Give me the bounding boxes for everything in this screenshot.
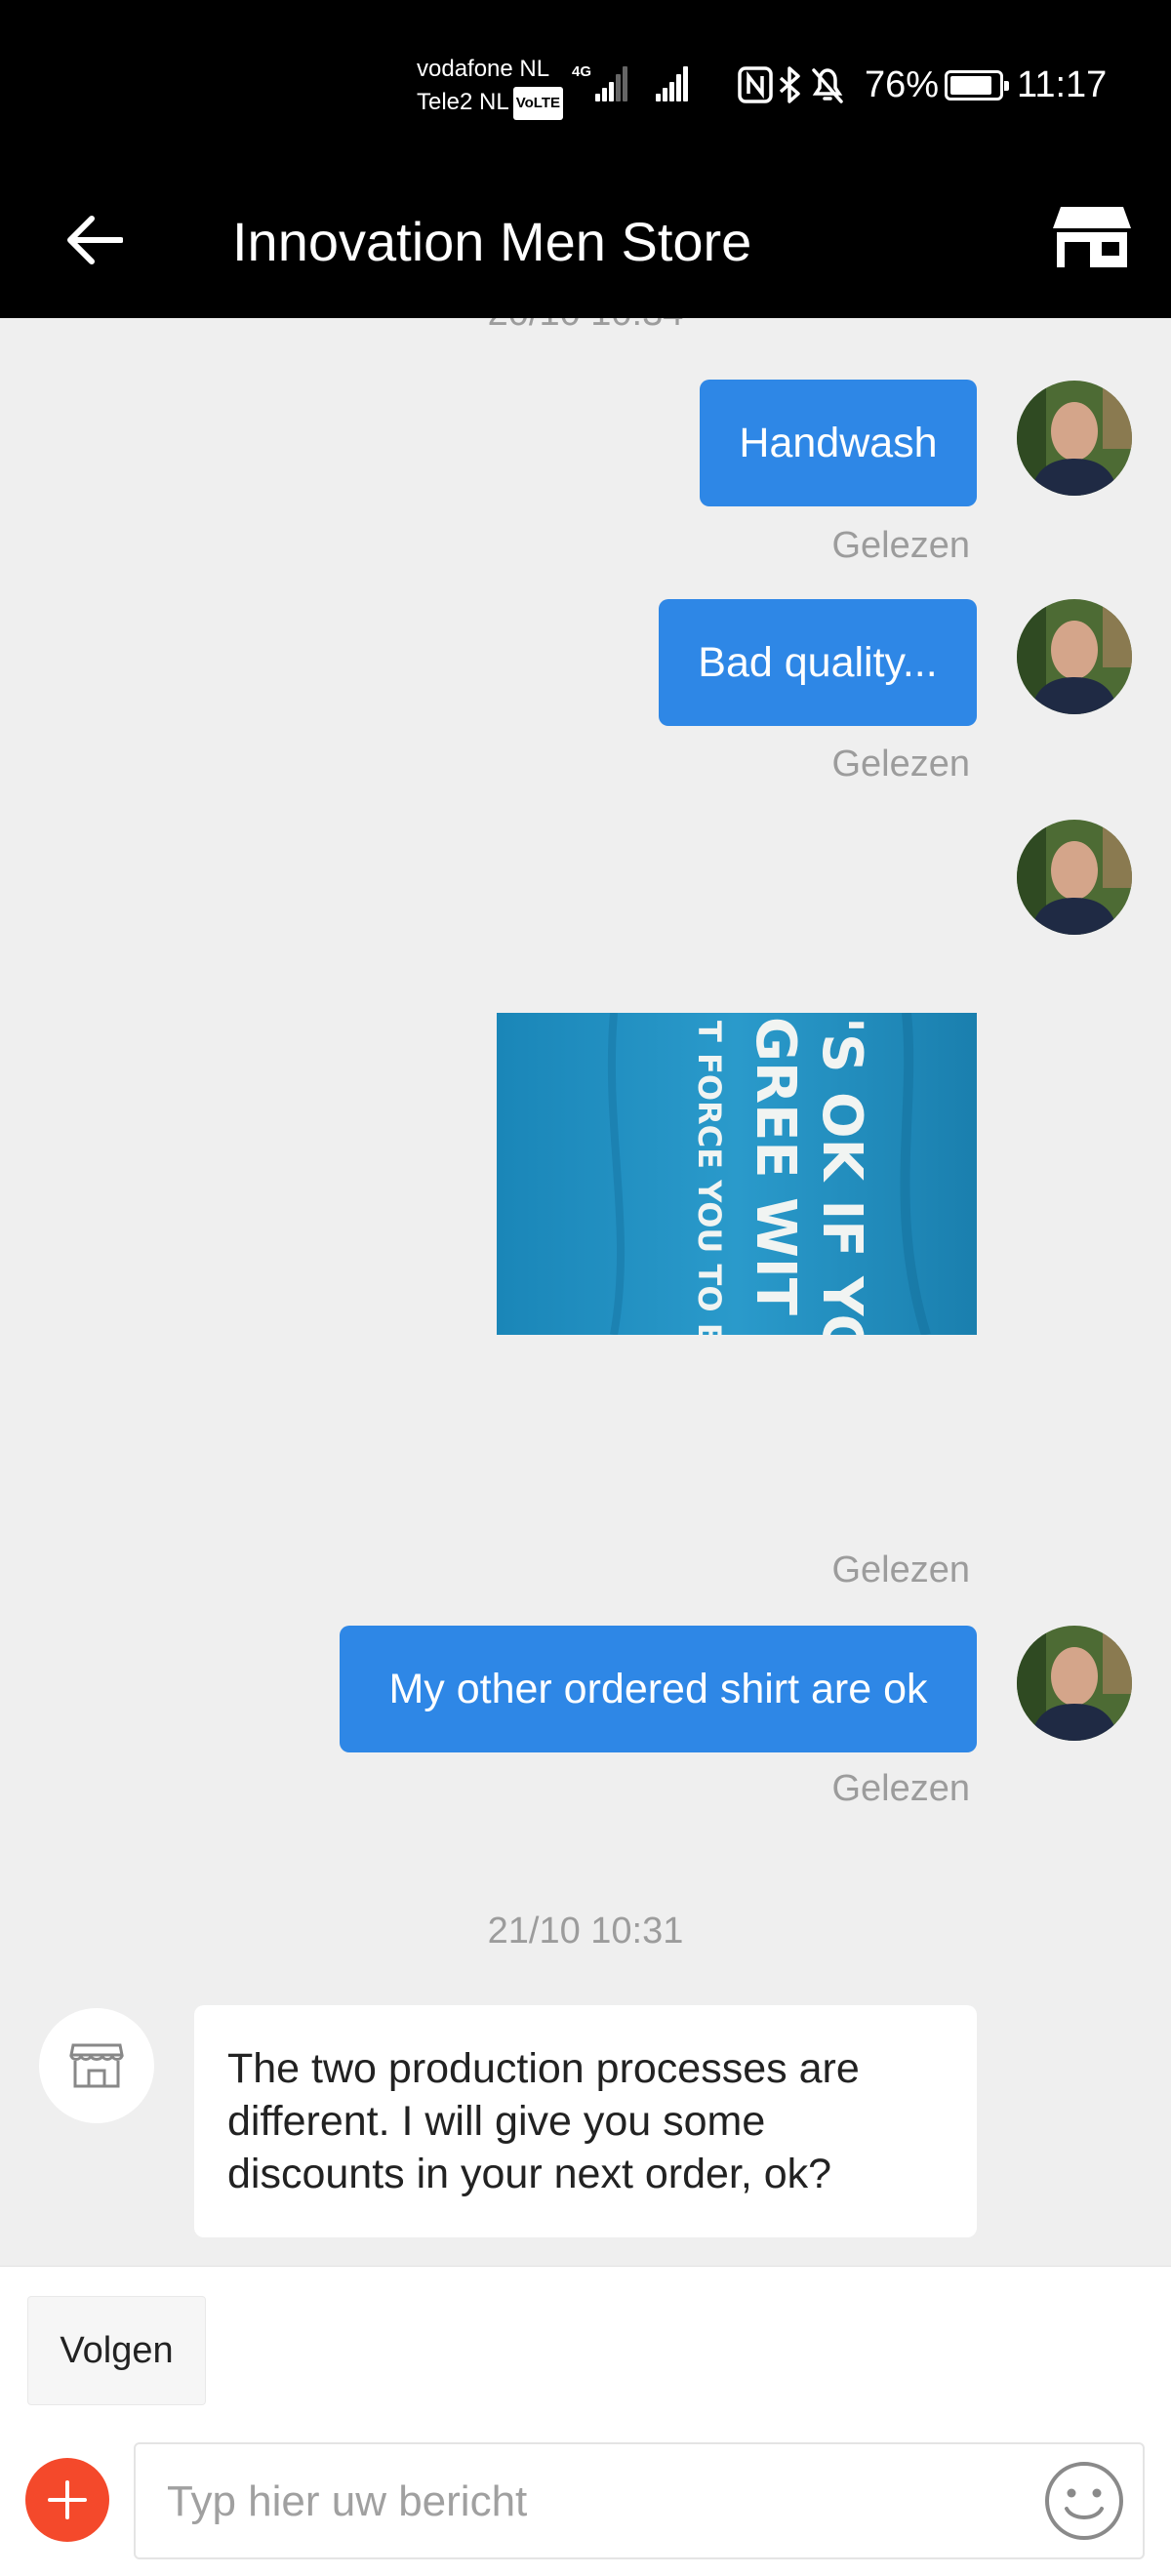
shirt-print-line-3: T FORCE YOU TO BE — [691, 1021, 728, 1335]
message-text: The two production processes are differe… — [227, 2045, 860, 2197]
store-avatar[interactable] — [39, 2008, 154, 2123]
volte-badge: VoLTE — [512, 87, 564, 120]
message-text: Bad quality... — [698, 639, 938, 686]
message-input-placeholder: Typ hier uw bericht — [167, 2477, 528, 2525]
avatar[interactable] — [1017, 820, 1132, 935]
carrier-1: vodafone NL — [417, 56, 550, 82]
store-icon — [69, 2043, 124, 2088]
avatar[interactable] — [1017, 381, 1132, 496]
message-input[interactable]: Typ hier uw bericht — [134, 2442, 1145, 2559]
follow-button[interactable]: Volgen — [27, 2296, 206, 2405]
read-status: Gelezen — [831, 744, 970, 785]
app-header: Innovation Men Store — [0, 174, 1171, 318]
composer-panel: Volgen Typ hier uw bericht — [0, 2266, 1171, 2576]
read-status: Gelezen — [831, 525, 970, 566]
plus-icon — [48, 2480, 87, 2519]
chat-area[interactable]: 20/10 10:34 Handwash Gelezen Bad quality… — [0, 318, 1171, 2270]
message-bubble[interactable]: Handwash — [700, 380, 977, 506]
message-text: My other ordered shirt are ok — [388, 1666, 928, 1712]
message-bubble[interactable]: My other ordered shirt are ok — [340, 1626, 977, 1752]
battery-icon — [945, 70, 1009, 101]
battery-percentage: 76% — [865, 64, 940, 105]
carrier-2: Tele2 NL — [417, 89, 509, 115]
emoji-icon — [1045, 2462, 1123, 2540]
timestamp-partial: 20/10 10:34 — [0, 318, 1171, 338]
carrier-info: vodafone NL Tele2 NL VoLTE — [417, 53, 564, 120]
timestamp: 21/10 10:31 — [487, 1911, 684, 1952]
store-icon — [1053, 207, 1131, 267]
avatar[interactable] — [1017, 1626, 1132, 1741]
read-status: Gelezen — [831, 1550, 970, 1590]
mute-icon — [812, 68, 843, 103]
page-title: Innovation Men Store — [232, 211, 752, 272]
read-status: Gelezen — [831, 1768, 970, 1809]
message-bubble-received[interactable]: The two production processes are differe… — [194, 2005, 977, 2237]
clock: 11:17 — [1017, 64, 1108, 105]
plus-button[interactable] — [25, 2458, 109, 2542]
emoji-button[interactable] — [1041, 2458, 1127, 2544]
image-message[interactable]: 'S OK IF YO GREE WIT T FORCE YOU TO BE — [497, 1013, 977, 1335]
arrow-left-icon — [67, 216, 123, 264]
shirt-print-line-1: 'S OK IF YO — [810, 1017, 873, 1335]
status-bar: vodafone NL Tele2 NL VoLTE 4G 76% 11:17 — [0, 0, 1171, 174]
message-bubble[interactable]: Bad quality... — [659, 599, 977, 726]
shirt-print-line-2: GREE WIT — [744, 1017, 807, 1315]
network-type: 4G — [572, 63, 592, 80]
store-button[interactable] — [1046, 191, 1138, 283]
system-icons — [738, 66, 859, 110]
back-button[interactable] — [55, 201, 133, 279]
signal-icon — [595, 62, 628, 101]
avatar[interactable] — [1017, 599, 1132, 714]
bluetooth-icon — [779, 66, 800, 103]
signal-icon-2 — [656, 62, 689, 101]
message-text: Handwash — [739, 420, 938, 466]
nfc-icon — [738, 66, 773, 103]
